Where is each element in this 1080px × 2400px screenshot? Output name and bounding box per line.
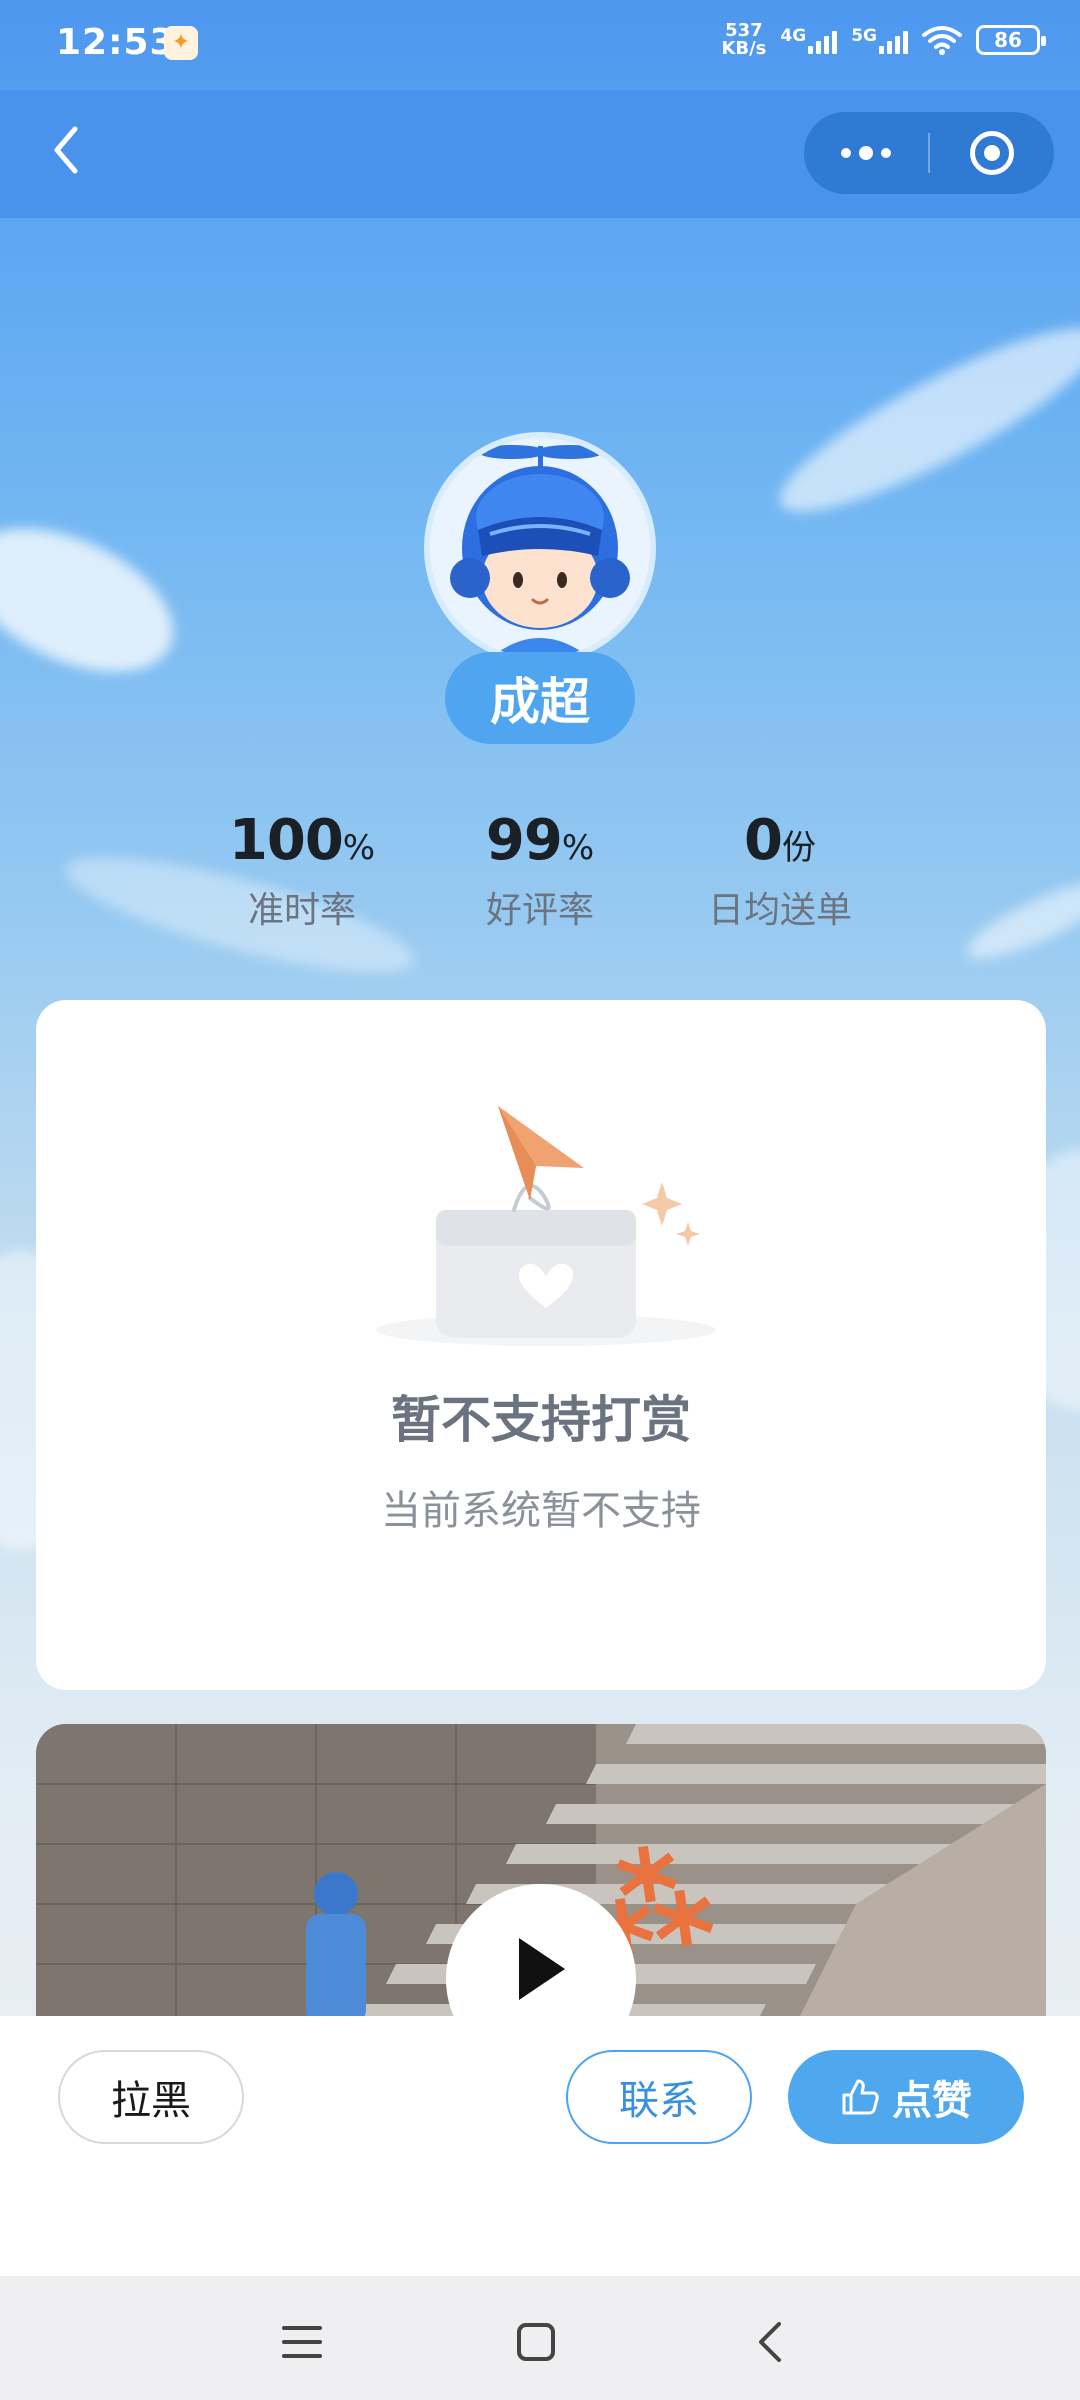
play-icon: [519, 1938, 565, 2000]
status-bar: 12:53 ✦ 537 KB/s 4G 5G 86: [0, 0, 1080, 90]
back-arrow-icon: [759, 2322, 781, 2362]
menu-icon: [282, 2326, 322, 2358]
video-preview[interactable]: ⁂: [36, 1724, 1046, 2024]
stat-unit: %: [342, 828, 376, 868]
stat-unit: 份: [781, 828, 816, 868]
contact-button[interactable]: 联系: [566, 2050, 752, 2144]
stat-value: 100: [228, 808, 344, 873]
network-speed: 537 KB/s: [721, 20, 767, 59]
rider-name-badge: 成超: [445, 652, 635, 744]
home-button[interactable]: [506, 2312, 566, 2372]
like-button[interactable]: 点赞: [788, 2050, 1024, 2144]
more-dots-icon: [841, 148, 851, 158]
stat-label: 准时率: [247, 890, 356, 931]
like-button-label: 点赞: [892, 2078, 972, 2124]
home-square-icon: [517, 2323, 555, 2361]
reward-card: 暂不支持打赏 当前系统暂不支持: [36, 1000, 1046, 1690]
reward-unsupported-title: 暂不支持打赏: [391, 1391, 691, 1449]
avatar: [424, 432, 656, 664]
stat-label: 好评率: [485, 890, 594, 931]
network-4g-label: 4G: [780, 26, 807, 46]
app-notification-icon: ✦: [164, 26, 198, 60]
close-miniapp-button[interactable]: [930, 112, 1054, 194]
navigation-bar: [0, 90, 1080, 218]
menu-button[interactable]: [272, 2312, 332, 2372]
contact-button-label: 联系: [619, 2078, 699, 2124]
network-5g-label: 5G: [851, 26, 877, 46]
stat-value: 0: [744, 808, 783, 873]
block-button-label: 拉黑: [111, 2078, 191, 2124]
stat-value: 99: [485, 808, 563, 873]
target-circle-icon: [970, 131, 1014, 175]
stat-good-review-rate: 99% 好评率: [440, 808, 640, 933]
system-navigation-bar: [0, 2276, 1080, 2400]
bottom-action-bar: 拉黑 联系 点赞: [0, 2016, 1080, 2276]
reward-unsupported-subtitle: 当前系统暂不支持: [381, 1488, 701, 1534]
stat-label: 日均送单: [707, 890, 852, 931]
miniapp-capsule: [804, 112, 1054, 194]
status-time: 12:53: [56, 22, 176, 63]
wifi-icon: [922, 26, 962, 55]
stat-unit: %: [561, 828, 595, 868]
more-button[interactable]: [804, 112, 928, 194]
system-back-button[interactable]: [740, 2312, 800, 2372]
stat-ontime-rate: 100% 准时率: [202, 808, 402, 933]
back-button[interactable]: [36, 120, 96, 180]
battery-icon: 86: [976, 25, 1046, 55]
signal-5g-icon: [879, 26, 908, 54]
block-button[interactable]: 拉黑: [58, 2050, 244, 2144]
rider-mascot-icon: [430, 438, 650, 658]
signal-4g-icon: [808, 26, 838, 54]
stat-daily-orders: 0份 日均送单: [680, 808, 880, 933]
thumbs-up-icon: [842, 2079, 879, 2115]
chevron-left-icon: [54, 126, 78, 174]
empty-box-illustration-icon: [376, 1106, 716, 1346]
